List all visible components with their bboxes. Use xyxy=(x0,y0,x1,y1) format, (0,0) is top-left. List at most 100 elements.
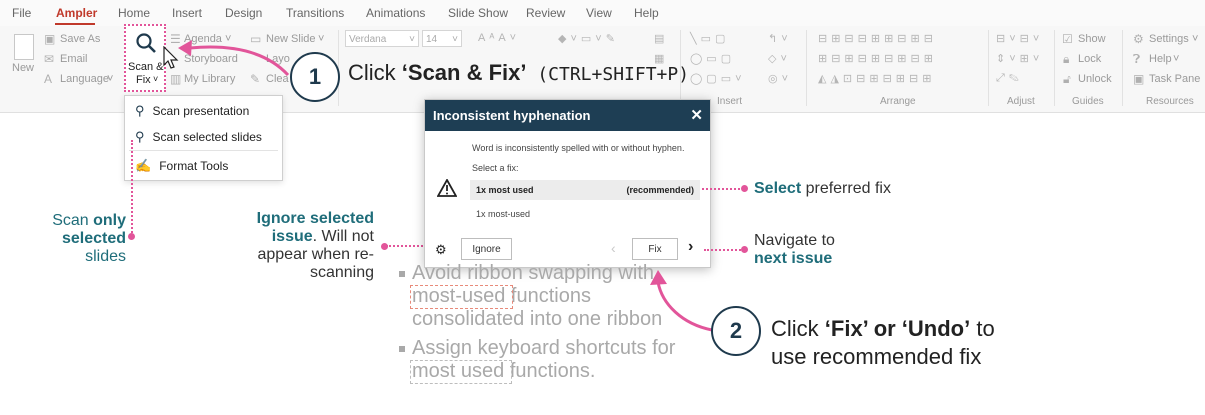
ignore-text-2b: . Will not xyxy=(312,228,374,245)
next-issue-icon[interactable]: › xyxy=(688,238,693,256)
adjust-icons-row1[interactable]: ⊟˅⊟˅ xyxy=(996,32,1043,45)
format-tools-label: Format Tools xyxy=(159,159,229,173)
shape-line-icons[interactable]: ╲▭▢ xyxy=(690,32,729,45)
search-icon xyxy=(136,33,156,53)
checkbox-icon[interactable]: ☑ xyxy=(1062,32,1073,46)
bullet-marker xyxy=(399,346,405,352)
ignore-button[interactable]: Ignore xyxy=(461,238,512,260)
format-tools-item[interactable]: ✍ Format Tools xyxy=(135,158,228,174)
tab-home[interactable]: Home xyxy=(118,6,150,20)
size-chevron-icon: ˅ xyxy=(452,34,458,45)
recommended-badge: (recommended) xyxy=(626,185,694,195)
settings-chevron-icon: ˅ xyxy=(1192,33,1199,45)
close-icon[interactable]: ✕ xyxy=(690,100,703,131)
align-icons-row3[interactable]: ◭◮⊡⊟⊞⊟⊞⊟⊞ xyxy=(818,72,935,85)
group-label-resources: Resources xyxy=(1146,96,1194,107)
previous-issue-icon[interactable]: ‹ xyxy=(611,240,616,256)
step-1-bold: ‘Scan & Fix’ xyxy=(401,60,527,85)
save-as-button[interactable]: Save As xyxy=(60,33,100,45)
unlock-button[interactable]: Unlock xyxy=(1078,73,1112,85)
inconsistent-hyphenation-dialog: Inconsistent hyphenation ✕ Word is incon… xyxy=(424,99,711,268)
adjust-icons-row2[interactable]: ⇕˅⊞˅ xyxy=(996,52,1043,65)
tab-help[interactable]: Help xyxy=(634,6,659,20)
tab-view[interactable]: View xyxy=(586,6,612,20)
connector-icons[interactable]: ↰˅ xyxy=(768,32,792,45)
new-slide-chevron-icon: ˅ xyxy=(318,33,325,45)
tab-transitions[interactable]: Transitions xyxy=(286,6,344,20)
scan-presentation-item[interactable]: ⚲ Scan presentation xyxy=(135,103,249,119)
task-pane-icon: ▣ xyxy=(1133,72,1145,86)
tab-review[interactable]: Review xyxy=(526,6,565,20)
tab-slide-show[interactable]: Slide Show xyxy=(448,6,508,20)
fix-button[interactable]: Fix xyxy=(632,238,678,260)
bullet-2-line-1: Assign keyboard shortcuts for xyxy=(412,337,676,359)
scan-fix-button[interactable]: Scan & Fix ˅ xyxy=(124,24,166,92)
new-button-label[interactable]: New xyxy=(12,62,34,74)
lock-button[interactable]: Lock xyxy=(1078,53,1101,65)
group-label-adjust: Adjust xyxy=(1007,96,1035,107)
bullet-1-line-3: consolidated into one ribbon xyxy=(412,308,663,330)
shape-oval-icons[interactable]: ◯▭▢ xyxy=(690,52,735,65)
shape-callout-icons[interactable]: ◯▢▭˅ xyxy=(690,72,746,85)
help-icon: ❓︎ xyxy=(1133,52,1141,66)
search-icon: ⚲ xyxy=(135,103,145,118)
show-guides-button[interactable]: Show xyxy=(1078,33,1106,45)
tab-file[interactable]: File xyxy=(12,6,31,20)
group-label-arrange: Arrange xyxy=(880,96,916,107)
text-box-icon[interactable]: ▤ xyxy=(654,32,668,45)
step-2-suffix: to xyxy=(970,316,995,341)
shape-fill-icons[interactable]: ◇˅ xyxy=(768,52,791,65)
fix-option-recommended[interactable]: 1x most used (recommended) xyxy=(470,180,700,200)
help-chevron-icon: ˅ xyxy=(1173,53,1180,65)
font-grow-shrink-icons[interactable]: AᴬA˅ xyxy=(478,32,520,44)
ignore-text-1: Ignore selected xyxy=(256,210,374,227)
chevron-down-icon: ˅ xyxy=(153,74,159,84)
help-button[interactable]: Help xyxy=(1149,53,1172,65)
tab-animations[interactable]: Animations xyxy=(366,6,425,20)
connector-dot xyxy=(128,233,135,240)
font-name-select[interactable]: Verdana ˅ xyxy=(345,30,419,47)
scan-selected-slides-item[interactable]: ⚲ Scan selected slides xyxy=(135,129,262,145)
connector-dot xyxy=(741,246,748,253)
callout-arrow-2 xyxy=(650,270,713,332)
navigate-annotation: Navigate to next issue xyxy=(754,232,835,268)
connector-line xyxy=(704,249,744,251)
tab-design[interactable]: Design xyxy=(225,6,262,20)
step-1-prefix: Click xyxy=(348,60,402,85)
shape-effect-icons[interactable]: ◎˅ xyxy=(768,72,792,85)
scan-fix-label-line2: Fix xyxy=(136,74,151,86)
new-file-icon[interactable] xyxy=(14,34,34,60)
font-size-value: 14 xyxy=(426,34,438,45)
format-tools-icon: ✍ xyxy=(135,158,152,173)
font-size-select[interactable]: 14 ˅ xyxy=(422,30,462,47)
dialog-title: Inconsistent hyphenation xyxy=(425,100,710,131)
task-pane-button[interactable]: Task Pane xyxy=(1149,73,1200,85)
ignore-text-4: scanning xyxy=(309,264,374,281)
settings-button[interactable]: Settings xyxy=(1149,33,1189,45)
tab-insert[interactable]: Insert xyxy=(172,6,202,20)
adjust-icons-row3[interactable]: ⤢✎ xyxy=(996,72,1023,85)
fix-option-2[interactable]: 1x most-used xyxy=(476,209,530,219)
font-chevron-icon: ˅ xyxy=(409,34,415,45)
language-button[interactable]: Language xyxy=(60,73,109,85)
bullet-marker xyxy=(399,271,405,277)
ignore-text-2a: issue xyxy=(271,228,313,245)
step-2-circle: 2 xyxy=(711,306,761,356)
gear-icon[interactable]: ⚙ xyxy=(435,242,447,258)
warning-icon xyxy=(437,179,457,197)
menu-divider xyxy=(129,150,278,151)
tab-ampler[interactable]: Ampler xyxy=(56,6,97,20)
language-icon: A xyxy=(44,72,53,86)
fill-outline-icons[interactable]: ◆˅▭˅✎ xyxy=(558,32,619,45)
ribbon-separator xyxy=(988,30,989,106)
email-button[interactable]: Email xyxy=(60,53,88,65)
scan-fix-label-line1: Scan & xyxy=(128,61,164,73)
align-icons-row1[interactable]: ⊟⊞⊟⊟⊞⊞⊟⊞⊟ xyxy=(818,32,937,45)
align-icons-row2[interactable]: ⊞⊟⊞⊟⊞⊟⊞⊟⊞ xyxy=(818,52,937,65)
unlock-icon: 🔓︎ xyxy=(1063,72,1071,86)
ribbon-separator xyxy=(806,30,807,106)
navigate-text-1: Navigate to xyxy=(754,232,835,249)
related-word-highlight xyxy=(410,360,512,384)
select-rest: preferred fix xyxy=(801,180,891,197)
step-1-text: Click ‘Scan & Fix’ (CTRL+SHIFT+P) xyxy=(348,60,689,86)
